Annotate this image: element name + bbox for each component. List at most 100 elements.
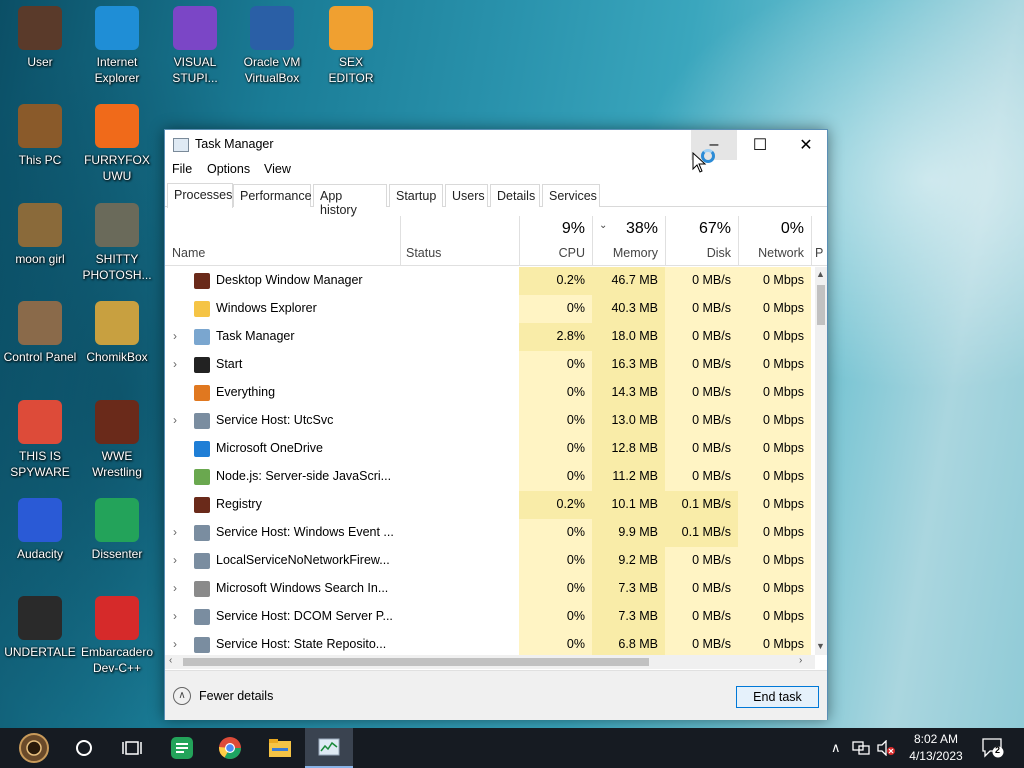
memory-total[interactable]: 38% — [592, 220, 658, 238]
column-power-cutoff[interactable]: P — [815, 246, 827, 260]
table-row[interactable]: › Service Host: DCOM Server P... 0% 7.3 MB 0… — [165, 603, 815, 631]
tab-details[interactable]: Details — [490, 184, 540, 207]
menu-file[interactable]: File — [172, 162, 192, 176]
chrome-taskbar-icon[interactable] — [206, 728, 254, 768]
column-name[interactable]: Name — [172, 246, 205, 260]
menu-options[interactable]: Options — [207, 162, 250, 176]
table-row[interactable]: › LocalServiceNoNetworkFirew... 0% 9.2 MB 0 … — [165, 547, 815, 575]
expand-chevron-icon[interactable]: › — [173, 525, 177, 539]
tab-services[interactable]: Services — [542, 184, 600, 207]
table-row[interactable]: › Service Host: Windows Event ... 0% 9.9 MB… — [165, 519, 815, 547]
close-button[interactable]: ✕ — [783, 130, 829, 160]
desktop-icon[interactable]: moon girl — [0, 203, 80, 267]
network-cell: 0 Mbps — [738, 379, 811, 407]
network-total[interactable]: 0% — [738, 220, 804, 238]
expand-chevron-icon[interactable]: › — [173, 581, 177, 595]
disk-total[interactable]: 67% — [665, 220, 731, 238]
desktop-icon[interactable]: SHITTY PHOTOSH... — [77, 203, 157, 283]
scroll-up-icon[interactable]: ▲ — [816, 269, 825, 279]
tab-performance[interactable]: Performance — [233, 184, 312, 207]
table-row[interactable]: Desktop Window Manager 0.2% 46.7 MB 0 MB/s 0… — [165, 267, 815, 295]
system-clock[interactable]: 8:02 AM 4/13/2023 — [898, 731, 974, 765]
horizontal-scrollbar[interactable]: ‹ › — [165, 655, 815, 669]
desktop-icon[interactable]: THIS IS SPYWARE — [0, 400, 80, 480]
memory-cell: 14.3 MB — [592, 379, 665, 407]
table-row[interactable]: › Service Host: State Reposito... 0% 6.8 MB… — [165, 631, 815, 655]
table-row[interactable]: › Microsoft Windows Search In... 0% 7.3 MB 0… — [165, 575, 815, 603]
desktop-icon[interactable]: VISUAL STUPI... — [155, 6, 235, 86]
expand-chevron-icon[interactable]: › — [173, 413, 177, 427]
audacity-icon — [18, 498, 62, 542]
column-status[interactable]: Status — [406, 246, 441, 260]
task-manager-taskbar-icon[interactable] — [305, 728, 353, 768]
expand-chevron-icon[interactable]: › — [173, 609, 177, 623]
desktop-icon[interactable]: This PC — [0, 104, 80, 168]
desktop-icon[interactable]: User — [0, 6, 80, 70]
desktop-icon-label: This PC — [18, 153, 62, 167]
desktop-icon[interactable]: FURRYFOX UWU — [77, 104, 157, 184]
tab-processes[interactable]: Processes — [167, 183, 233, 208]
desktop-icon[interactable]: Embarcadero Dev-C++ — [77, 596, 157, 676]
user-figure-icon — [18, 6, 62, 50]
column-memory[interactable]: Memory — [592, 246, 658, 260]
network-cell: 0 Mbps — [738, 575, 811, 603]
disk-cell: 0 MB/s — [665, 575, 738, 603]
gear-icon — [194, 525, 210, 541]
expand-chevron-icon[interactable]: › — [173, 637, 177, 651]
desktop-icon[interactable]: ChomikBox — [77, 301, 157, 365]
task-view-icon[interactable] — [108, 728, 156, 768]
notifications-icon[interactable]: 2 — [982, 738, 1004, 758]
network-cell: 0 Mbps — [738, 463, 811, 491]
tab-startup[interactable]: Startup — [389, 184, 443, 207]
column-network[interactable]: Network — [738, 246, 804, 260]
start-button[interactable] — [10, 732, 58, 764]
file-explorer-icon[interactable] — [256, 728, 304, 768]
cortana-icon[interactable] — [60, 728, 108, 768]
table-row[interactable]: Microsoft OneDrive 0% 12.8 MB 0 MB/s 0 Mbps — [165, 435, 815, 463]
desktop-icon[interactable]: Oracle VM VirtualBox — [232, 6, 312, 86]
scroll-down-icon[interactable]: ▼ — [816, 641, 825, 651]
volume-muted-icon[interactable] — [876, 740, 896, 756]
cpu-cell: 0% — [519, 463, 592, 491]
tab-app-history[interactable]: App history — [313, 184, 387, 217]
scroll-right-icon[interactable]: › — [799, 655, 802, 666]
expand-chevron-icon[interactable]: › — [173, 357, 177, 371]
chevron-up-icon[interactable]: ∧ — [173, 687, 191, 705]
desktop-icon[interactable]: SEX EDITOR — [311, 6, 391, 86]
table-row[interactable]: › Service Host: UtcSvc 0% 13.0 MB 0 MB/s 0 Mb… — [165, 407, 815, 435]
end-task-button[interactable]: End task — [736, 686, 819, 708]
desktop-icon-label: Audacity — [16, 547, 64, 561]
scroll-thumb[interactable] — [183, 658, 649, 666]
table-row[interactable]: › Start 0% 16.3 MB 0 MB/s 0 Mbps — [165, 351, 815, 379]
table-row[interactable]: Windows Explorer 0% 40.3 MB 0 MB/s 0 Mbps — [165, 295, 815, 323]
expand-chevron-icon[interactable]: › — [173, 329, 177, 343]
desktop-icon[interactable]: WWE Wrestling — [77, 400, 157, 480]
table-row[interactable]: Node.js: Server-side JavaScri... 0% 11.2 M… — [165, 463, 815, 491]
maximize-button[interactable]: ☐ — [737, 130, 783, 160]
column-cpu[interactable]: CPU — [519, 246, 585, 260]
table-row[interactable]: › Task Manager 2.8% 18.0 MB 0 MB/s 0 Mbps — [165, 323, 815, 351]
scroll-left-icon[interactable]: ‹ — [169, 655, 172, 666]
dissenter-taskbar-icon[interactable] — [158, 728, 206, 768]
desktop-icon[interactable]: UNDERTALE — [0, 596, 80, 660]
table-row[interactable]: Registry 0.2% 10.1 MB 0.1 MB/s 0 Mbps — [165, 491, 815, 519]
show-hidden-icons-icon[interactable]: ∧ — [831, 740, 841, 756]
title-bar[interactable]: Task Manager – ☐ ✕ — [165, 130, 827, 160]
expand-chevron-icon[interactable]: › — [173, 553, 177, 567]
cpu-total[interactable]: 9% — [519, 220, 585, 238]
column-disk[interactable]: Disk — [665, 246, 731, 260]
table-row[interactable]: Everything 0% 14.3 MB 0 MB/s 0 Mbps — [165, 379, 815, 407]
scroll-thumb[interactable] — [817, 285, 825, 325]
menu-view[interactable]: View — [264, 162, 291, 176]
process-list: Desktop Window Manager 0.2% 46.7 MB 0 MB/s 0… — [165, 267, 815, 655]
desktop-icon[interactable]: Control Panel — [0, 301, 80, 365]
registry-icon — [194, 497, 210, 513]
network-icon[interactable] — [852, 740, 870, 756]
desktop-icon[interactable]: Dissenter — [77, 498, 157, 562]
tab-users[interactable]: Users — [445, 184, 488, 207]
fewer-details-link[interactable]: Fewer details — [199, 689, 273, 703]
vertical-scrollbar[interactable]: ▲ ▼ — [815, 267, 827, 655]
desktop-icon[interactable]: Audacity — [0, 498, 80, 562]
network-cell: 0 Mbps — [738, 323, 811, 351]
desktop-icon[interactable]: Internet Explorer — [77, 6, 157, 86]
